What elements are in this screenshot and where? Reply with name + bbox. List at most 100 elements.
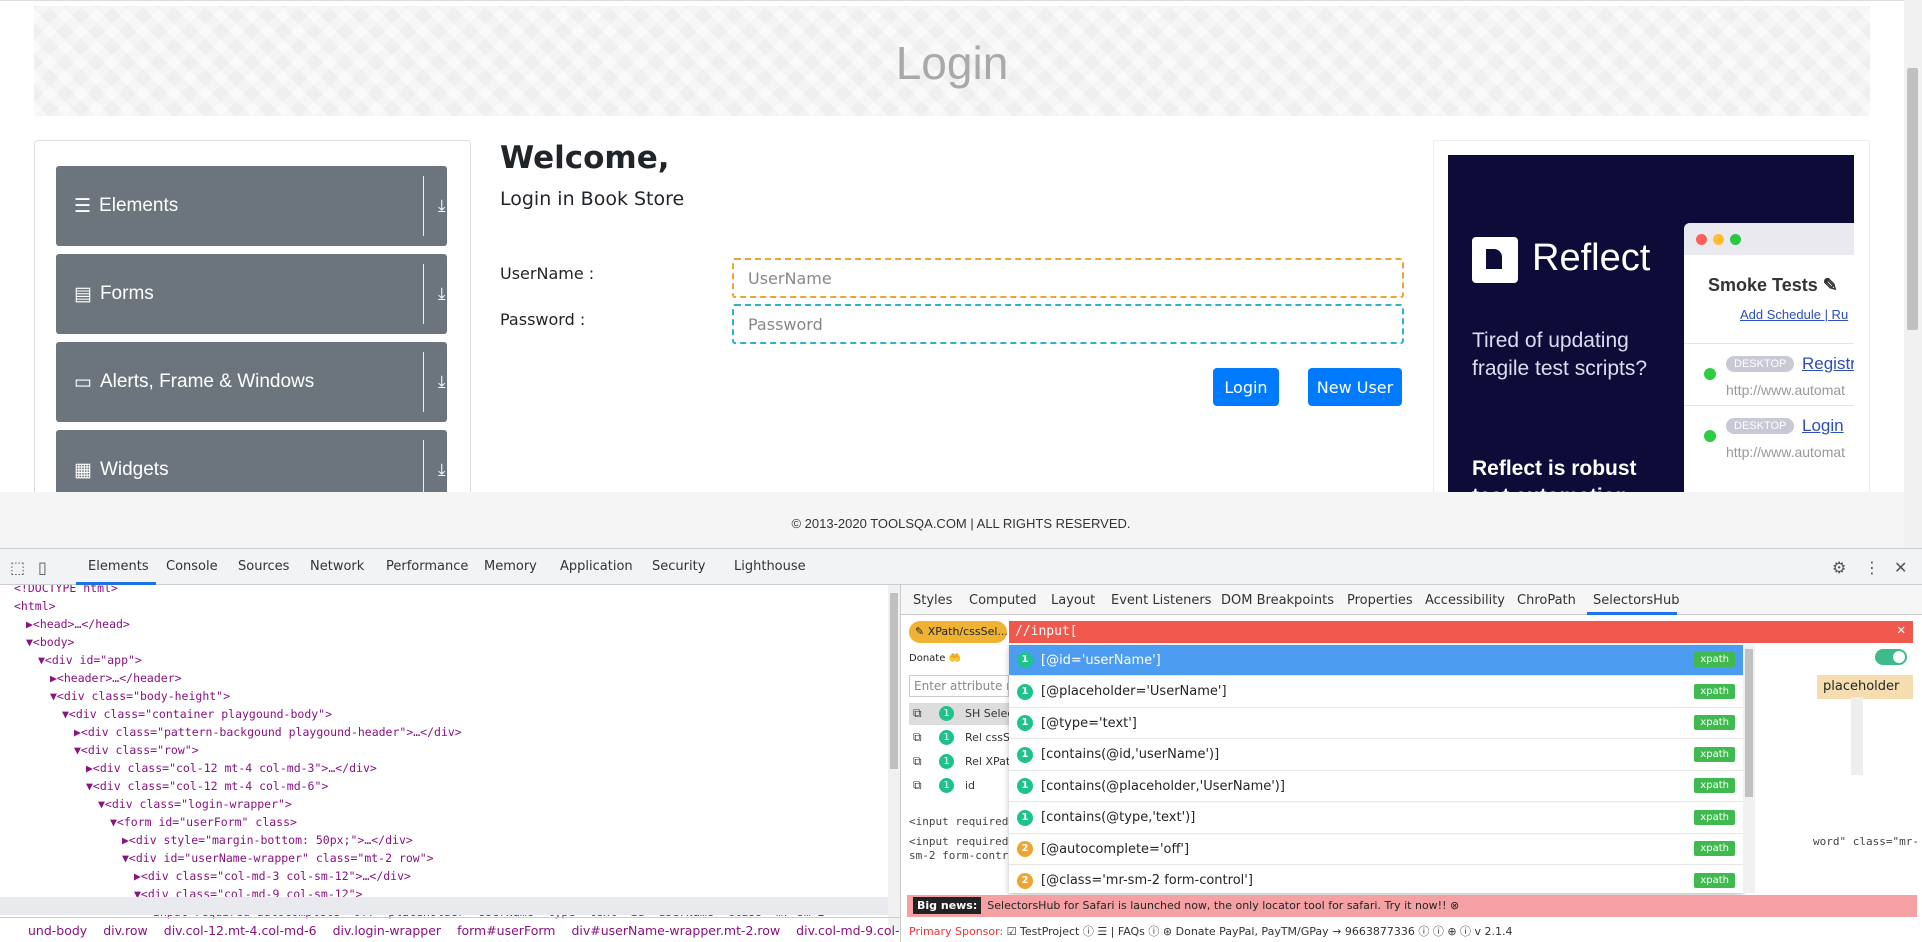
menu-group-elements[interactable]: ☰ Elements ⤓ [56,166,447,246]
suggestion-item[interactable]: 1 [contains(@type,'text')] xpath [1009,803,1743,834]
dom-node-line[interactable]: ▼<div class="login-wrapper"> [98,795,292,813]
dom-tree[interactable]: <!DOCTYPE html> <html> ▶<head>…</head> ▼<bo… [0,585,888,931]
advertisement[interactable]: Reflect Tired of updating fragile test s… [1448,155,1854,548]
login-button[interactable]: Login [1213,368,1279,406]
more-options-icon[interactable]: ⋮ [1864,558,1880,577]
tab-chropath[interactable]: ChroPath [1517,593,1576,608]
tab-network[interactable]: Network [310,559,364,574]
breadcrumb-item[interactable]: div#userName-wrapper.mt-2.row [571,923,780,938]
close-icon[interactable]: ✕ [1894,558,1907,577]
new-user-button[interactable]: New User [1308,368,1402,406]
page-scrollbar-thumb[interactable] [1907,68,1918,330]
suggestion-item[interactable]: 1 [@type='text'] xpath [1009,708,1743,739]
password-label: Password : [500,310,586,329]
placeholder-attribute-chip[interactable]: placeholder [1817,675,1913,699]
dom-node-line[interactable]: <!DOCTYPE html> [14,585,118,597]
attribute-input[interactable]: Enter attribute nar [909,675,1009,697]
xpath-tag: xpath [1694,683,1735,699]
result-row[interactable]: ⧉ 1 SH Select [909,703,1009,725]
breadcrumb-item[interactable]: div.row [103,923,148,938]
dom-node-line[interactable]: <html> [14,597,56,615]
clear-icon[interactable]: ✕ [1897,622,1905,638]
suggestion-text: [@placeholder='UserName'] [1041,684,1227,699]
tab-computed[interactable]: Computed [969,593,1037,608]
tab-dom-breakpoints[interactable]: DOM Breakpoints [1221,593,1334,608]
username-input[interactable]: UserName [732,258,1404,298]
password-input[interactable]: Password [732,304,1404,344]
side-scrollbar[interactable] [1851,697,1863,775]
suggestion-scrollbar-thumb[interactable] [1745,649,1753,797]
sponsor-label: Primary Sponsor: [909,925,1004,938]
dom-node-line[interactable]: ▼<div class="container playgound-body"> [62,705,332,723]
tab-layout[interactable]: Layout [1051,593,1095,608]
suggestion-item[interactable]: 1 [contains(@placeholder,'UserName')] xpat… [1009,771,1743,802]
xpath-tag: xpath [1694,872,1735,888]
tab-security[interactable]: Security [652,559,705,574]
tab-sources[interactable]: Sources [238,559,289,574]
suggestion-item[interactable]: 2 [@class='mr-sm-2 form-control'] xpath [1009,866,1743,894]
xpath-tag: xpath [1694,746,1735,762]
dom-node-line[interactable]: ▶<div class="col-12 mt-4 col-md-3">…</di… [86,759,377,777]
dom-node-line[interactable]: ▶<div class="pattern-backgound playgound… [74,723,462,741]
dom-node-line[interactable]: ▶<head>…</head> [26,615,130,633]
tab-console[interactable]: Console [166,559,218,574]
suggestion-text: [contains(@placeholder,'UserName')] [1041,778,1285,794]
tab-selectorshub[interactable]: SelectorsHub [1593,593,1679,608]
tab-styles[interactable]: Styles [913,593,952,608]
suggestion-item[interactable]: 1 [@placeholder='UserName'] xpath [1009,677,1743,708]
dom-node-line[interactable]: ▼<body> [26,633,74,651]
copy-icon[interactable]: ⧉ [913,754,922,769]
match-count: 1 [939,778,954,793]
breadcrumb-item[interactable]: div.login-wrapper [333,923,442,938]
tab-elements[interactable]: Elements [88,559,149,574]
dom-scrollbar-thumb[interactable] [890,593,898,769]
tab-lighthouse[interactable]: Lighthouse [734,559,806,574]
download-icon: ⤓ [438,372,446,391]
xpath-tag: xpath [1694,715,1735,730]
dom-node-line[interactable]: ▼<div class="col-12 mt-4 col-md-6"> [86,777,328,795]
tab-event-listeners[interactable]: Event Listeners [1111,593,1211,608]
copy-icon[interactable]: ⧉ [913,706,922,721]
suggestion-item[interactable]: 1 [@id='userName'] xpath [1009,645,1743,676]
suggestion-item[interactable]: 2 [@autocomplete='off'] xpath [1009,834,1743,865]
sponsor-text[interactable]: ☑ TestProject ⓘ ☰ | FAQs ⓘ ⊛ Donate PayP… [1007,925,1513,938]
tab-accessibility[interactable]: Accessibility [1425,593,1505,608]
suggestion-item[interactable]: 1 [contains(@id,'userName')] xpath [1009,740,1743,771]
tab-application[interactable]: Application [560,559,633,574]
dom-node-line[interactable]: ▼<div id="userName-wrapper" class="mt-2 … [122,849,434,867]
selector-type-badge[interactable]: ✎ XPath/cssSel... [909,621,1007,643]
toggle-switch[interactable] [1875,649,1907,665]
menu-group-forms[interactable]: ▤ Forms ⤓ [56,254,447,334]
breadcrumb-item[interactable]: div.col-12.mt-4.col-md-6 [164,923,317,938]
copy-icon[interactable]: ⧉ [913,730,922,745]
dom-node-line[interactable]: ▶<div style="margin-bottom: 50px;">…</di… [122,831,413,849]
dom-node-line[interactable]: ▶<header>…</header> [50,669,182,687]
gear-icon[interactable]: ⚙ [1832,558,1846,577]
tab-performance[interactable]: Performance [386,559,468,574]
news-banner[interactable]: Big news: SelectorsHub for Safari is laun… [907,895,1917,917]
result-row[interactable]: ⧉ 1 Rel XPath [909,751,1009,773]
tab-memory[interactable]: Memory [484,559,537,574]
xpath-input[interactable]: //input[ ✕ [1009,621,1913,643]
breadcrumb-item[interactable]: und-body [28,923,87,938]
result-row[interactable]: ⧉ 1 Rel cssSe [909,727,1009,749]
dom-node-line[interactable]: ▼<div class="row"> [74,741,199,759]
dom-node-line[interactable]: ▶<div class="col-md-3 col-sm-12">…</div> [134,867,411,885]
donate-link[interactable]: Donate 🤲 [909,653,961,664]
dom-node-line[interactable]: ▼<div id="app"> [38,651,142,669]
dom-node-line[interactable]: ▼<div class="body-height"> [50,687,230,705]
webpage: Login ☰ Elements ⤓ ▤ Forms ⤓ ▭ Alerts, Fram… [0,0,1922,548]
hamburger-icon: ☰ [74,195,92,217]
page-header: Login [34,6,1870,116]
minimize-dot-icon [1713,234,1724,245]
result-row[interactable]: ⧉ 1 id [909,775,1009,797]
device-toggle-icon[interactable]: ▯ [38,558,47,577]
welcome-heading: Welcome, [500,140,670,176]
login-subtitle: Login in Book Store [500,188,685,210]
inspect-icon[interactable]: ⬚ [10,558,25,577]
dom-node-line[interactable]: ▼<form id="userForm" class> [110,813,297,831]
menu-group-alerts[interactable]: ▭ Alerts, Frame & Windows ⤓ [56,342,447,422]
breadcrumb-item[interactable]: form#userForm [457,923,555,938]
tab-properties[interactable]: Properties [1347,593,1413,608]
copy-icon[interactable]: ⧉ [913,778,922,793]
